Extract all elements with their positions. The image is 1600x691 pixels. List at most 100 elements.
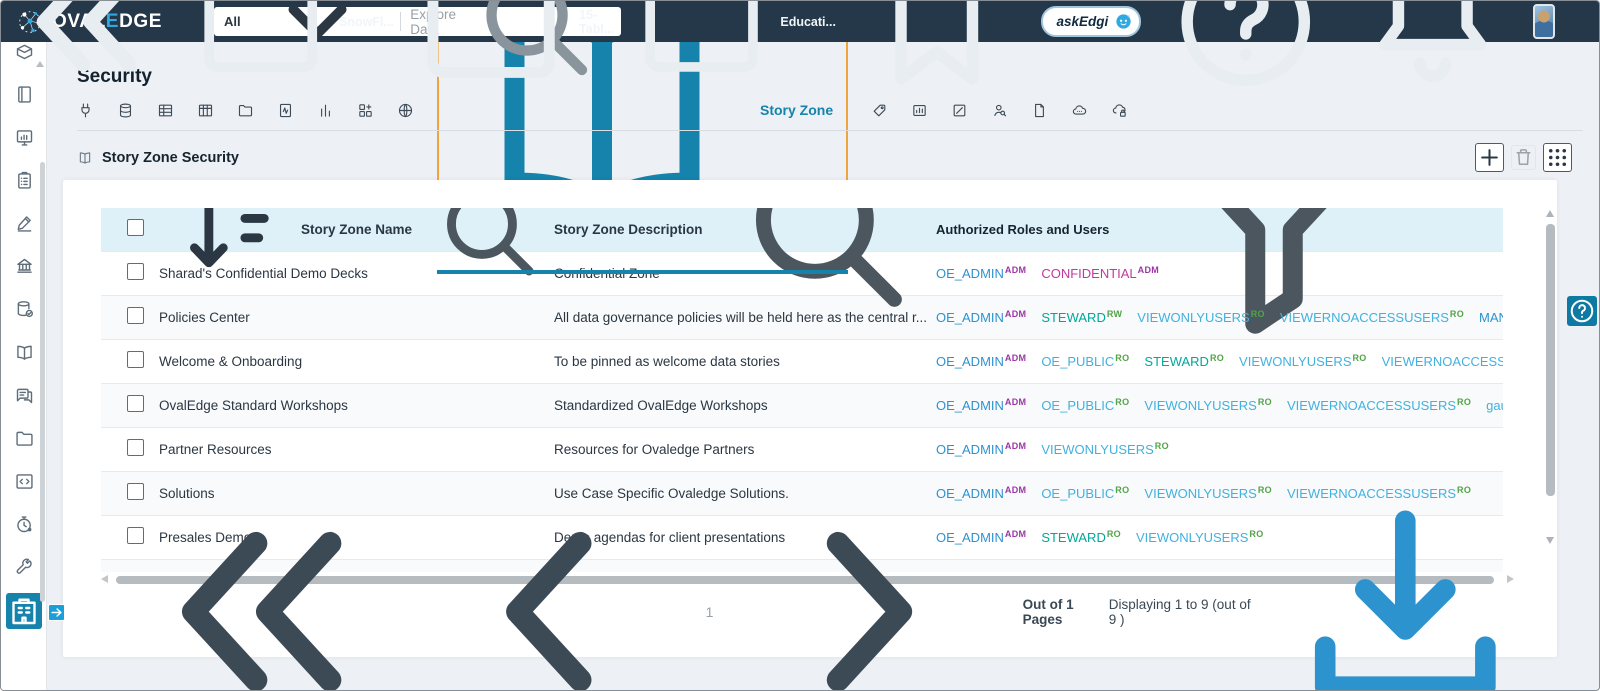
recent-item-education[interactable]: Educati...	[629, 1, 836, 94]
grid-view-button[interactable]	[1543, 143, 1572, 172]
role-link[interactable]: VIEWONLYUSERSRO	[1239, 354, 1367, 369]
role-permission: RO	[1209, 354, 1225, 363]
role-permission: RO	[1457, 398, 1472, 407]
tab-globe[interactable]	[397, 102, 414, 119]
row-checkbox[interactable]	[127, 394, 144, 412]
user-avatar[interactable]	[1533, 4, 1555, 39]
trash-icon	[1512, 146, 1535, 169]
tab-bar-chart[interactable]	[317, 102, 334, 119]
role-link[interactable]: OE_ADMINADM	[936, 354, 1026, 369]
bell-icon	[1347, 1, 1519, 107]
story-zone-name[interactable]: OvalEdge Standard Workshops	[159, 398, 554, 413]
sort-icon[interactable]	[159, 208, 292, 296]
help-fab-button[interactable]	[1567, 296, 1597, 326]
prev-page-button[interactable]	[415, 475, 688, 690]
story-zone-description: To be pinned as welcome data stories	[554, 354, 780, 369]
delete-button[interactable]	[1511, 145, 1536, 170]
recent-label: Educati...	[780, 14, 836, 29]
tab-cloud-api[interactable]	[1071, 102, 1088, 119]
role-link[interactable]: STEWARDRO	[1144, 354, 1224, 369]
sidebar-expand-button[interactable]	[48, 604, 65, 621]
row-checkbox[interactable]	[127, 438, 144, 456]
tab-file[interactable]	[1031, 102, 1048, 119]
row-checkbox[interactable]	[127, 350, 144, 368]
open-book-icon	[14, 342, 35, 363]
grid-icon	[1544, 144, 1571, 171]
pages-label: Out of 1 Pages	[1022, 597, 1074, 627]
recent-item-15-tables[interactable]: 15-Tabl...	[409, 1, 614, 104]
help-icon[interactable]	[1160, 1, 1332, 107]
role-link[interactable]: gauthamRO	[1486, 398, 1503, 413]
vertical-scroll-thumb[interactable]	[1546, 224, 1555, 496]
app-window: OVALEDGE All Explore Data SnowFl... 15-T…	[0, 0, 1600, 691]
role-link[interactable]: VIEWERNOACCESSUSERSRO	[1280, 310, 1464, 325]
role-permission: RO	[1154, 442, 1169, 451]
role-permission: RO	[1257, 398, 1272, 407]
story-zone-description: Standardized OvalEdge Workshops	[554, 398, 768, 413]
pagination-controls: 1 Out of 1 Pages	[101, 475, 1109, 690]
vertical-scrollbar[interactable]	[1546, 208, 1556, 546]
role-link[interactable]: OE_PUBLICRO	[1041, 398, 1129, 413]
current-page[interactable]: 1	[706, 604, 714, 620]
search-icon[interactable]	[421, 208, 554, 296]
role-permission: ADM	[1137, 266, 1160, 275]
authorized-roles: OE_ADMINADM OE_PUBLICRO VIEWONLYUSERSRO VIE…	[936, 398, 1503, 413]
scroll-down-icon[interactable]	[1546, 537, 1554, 544]
clipboard-icon	[14, 170, 35, 191]
ask-edgi-button[interactable]: askEdgi	[1041, 6, 1142, 37]
monitor-chart-icon	[14, 127, 35, 148]
tab-cloud-lock[interactable]	[1111, 102, 1128, 119]
notifications-button[interactable]: 294	[1347, 1, 1519, 107]
role-link[interactable]: OE_ADMINADM	[936, 442, 1026, 457]
folder-icon	[629, 1, 774, 94]
select-all-checkbox[interactable]	[127, 218, 144, 236]
role-link[interactable]: OE_ADMINADM	[936, 266, 1026, 281]
role-link[interactable]: VIEWONLYUSERSRO	[1041, 442, 1169, 457]
cloud-lock-icon	[1111, 102, 1128, 119]
role-permission: RO	[1115, 398, 1130, 407]
role-link[interactable]: VIEWERNOACCESSUSERSRO	[1382, 354, 1503, 369]
sidebar-item-monitor-chart[interactable]	[1, 116, 46, 159]
tab-layout-add[interactable]	[357, 102, 374, 119]
next-page-button[interactable]	[730, 475, 1003, 690]
cloud-api-icon	[1071, 102, 1088, 119]
role-link[interactable]: VIEWONLYUSERSRO	[1137, 310, 1265, 325]
row-checkbox[interactable]	[127, 306, 144, 324]
story-zone-name[interactable]: Partner Resources	[159, 442, 554, 457]
timer-icon	[14, 514, 35, 535]
building-icon	[6, 592, 42, 629]
folder-icon	[188, 1, 333, 94]
main-content: Security Story Zone Story Zone Security …	[47, 1, 1599, 690]
tabs-divider	[77, 130, 1583, 131]
recent-item-snowflake[interactable]: SnowFl...	[188, 1, 394, 94]
role-link[interactable]: STEWARDRW	[1041, 310, 1122, 325]
role-link[interactable]: OE_PUBLICRO	[1041, 354, 1129, 369]
bookmark-icon[interactable]	[851, 1, 1023, 107]
first-page-button[interactable]	[125, 475, 398, 690]
story-zone-description: All data governance policies will be hel…	[554, 310, 927, 325]
role-link[interactable]: CONFIDENTIALADM	[1041, 266, 1159, 281]
collapse-recents-icon[interactable]	[1, 1, 173, 107]
section-title: Story Zone Security	[102, 150, 239, 166]
role-link[interactable]: OE_ADMINADM	[936, 310, 1026, 325]
role-link[interactable]: OE_ADMINADM	[936, 398, 1026, 413]
role-link[interactable]: MANUFACTU...	[1479, 310, 1503, 325]
story-zone-name[interactable]: Welcome & Onboarding	[159, 354, 554, 369]
story-zone-name[interactable]: Policies Center	[159, 310, 554, 325]
role-link[interactable]: VIEWERNOACCESSUSERSRO	[1287, 398, 1471, 413]
scroll-up-icon[interactable]	[1546, 210, 1554, 217]
role-link[interactable]: VIEWONLYUSERSRO	[1144, 398, 1272, 413]
globe-icon	[397, 102, 414, 119]
pagination-bar: 1 Out of 1 Pages Displaying 1 to 9 (out …	[101, 510, 1543, 690]
tab-folder[interactable]	[237, 102, 254, 119]
download-icon[interactable]	[1268, 475, 1543, 690]
sidebar-scrollbar[interactable]	[40, 162, 45, 602]
table-columns-icon	[197, 102, 214, 119]
add-story-zone-button[interactable]	[1475, 143, 1504, 172]
tab-file-code[interactable]	[277, 102, 294, 119]
left-sidebar	[1, 42, 47, 690]
code-icon	[14, 471, 35, 492]
row-checkbox[interactable]	[127, 262, 144, 280]
bank-icon	[14, 256, 35, 277]
tab-table-columns[interactable]	[197, 102, 214, 119]
